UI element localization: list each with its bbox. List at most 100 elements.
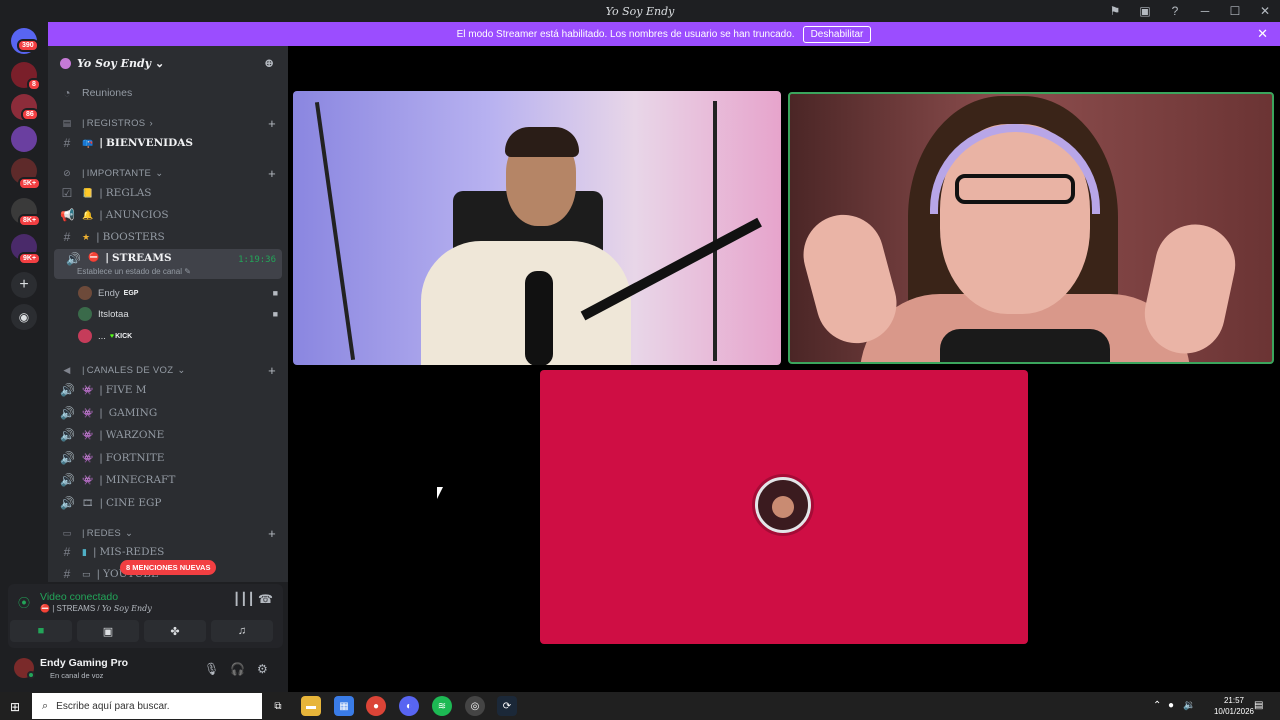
voice-channel-fortnite[interactable]: 🔊 👾 | FORTNITE bbox=[48, 447, 288, 469]
voice-channel-warzone[interactable]: 🔊 👾 | WARZONE bbox=[48, 424, 288, 446]
alien-icon: 👾 bbox=[82, 474, 94, 485]
username[interactable]: Endy Gaming Pro bbox=[40, 657, 128, 669]
add-channel-icon[interactable]: + bbox=[268, 526, 276, 541]
no-entry-icon: ⛔ bbox=[40, 604, 50, 613]
help-icon[interactable]: ? bbox=[1160, 0, 1190, 22]
speaker-icon: 🔊 bbox=[60, 496, 75, 510]
online-status-dot bbox=[27, 671, 35, 679]
add-server-icon[interactable]: + bbox=[11, 272, 37, 298]
guild-name: Yo Soy Endy bbox=[77, 56, 152, 70]
user-panel: Endy Gaming Pro En canal de voz 🎙 🎧 ⚙ bbox=[8, 650, 283, 688]
taskbar-search[interactable]: ⌕ Escribe aquí para buscar. bbox=[32, 693, 262, 719]
volume-icon[interactable]: 🔉 bbox=[1183, 700, 1195, 711]
task-view-icon[interactable]: ⧉ bbox=[268, 696, 288, 716]
camera-icon: ■ bbox=[272, 309, 278, 319]
bell-icon: 🔔 bbox=[82, 209, 94, 220]
noise-suppression-icon[interactable]: ┃┃┃ bbox=[233, 592, 255, 606]
spotify-icon[interactable]: ≋ bbox=[432, 696, 452, 716]
server-icon[interactable] bbox=[11, 126, 37, 152]
microphone-icon[interactable]: 🎙 bbox=[204, 662, 219, 676]
add-channel-icon[interactable]: + bbox=[268, 363, 276, 378]
category-importante[interactable]: ⊘ | IMPORTANTE ⌄ + bbox=[48, 162, 288, 184]
gear-icon[interactable]: ⚙ bbox=[257, 662, 268, 676]
chevron-down-icon: ⌄ bbox=[155, 167, 164, 179]
unread-badge: 8 bbox=[27, 78, 41, 91]
channel-anuncios[interactable]: 📢 🔔 | ANUNCIOS bbox=[48, 204, 288, 226]
camera-button[interactable]: ■ bbox=[10, 620, 72, 642]
voice-channel-cine-egp[interactable]: 🔊 🎞 | CINE EGP bbox=[48, 492, 288, 514]
channel-bienvenidas[interactable]: # 📪 | BIENVENIDAS bbox=[48, 132, 288, 154]
add-channel-icon[interactable]: + bbox=[268, 116, 276, 131]
banner-text: El modo Streamer está habilitado. Los no… bbox=[456, 28, 795, 40]
window-title: Yo Soy Endy bbox=[605, 4, 675, 18]
guild-icon bbox=[60, 57, 71, 69]
user-tag: KICK bbox=[115, 332, 133, 340]
book-icon: 📒 bbox=[82, 187, 94, 198]
speaker-icon: 🔊 bbox=[60, 428, 75, 442]
no-entry-icon: ⛔ bbox=[88, 252, 100, 262]
voice-user-kick[interactable]: ... ♥ KICK bbox=[78, 326, 278, 346]
heart-icon: ♥ bbox=[109, 332, 115, 340]
signal-icon[interactable]: ⦿ bbox=[18, 594, 30, 611]
discord-icon[interactable]: ◐ bbox=[399, 696, 419, 716]
voice-user-itslotaa[interactable]: Itslotaa ■ bbox=[78, 304, 278, 324]
category-canales-de-voz[interactable]: ◀ | CANALES DE VOZ ⌄ + bbox=[48, 359, 288, 381]
calendar-icon: ◔ bbox=[63, 86, 71, 100]
guild-header[interactable]: Yo Soy Endy ⌄ ⊕ bbox=[48, 46, 288, 80]
disconnect-icon[interactable]: ☎ bbox=[258, 592, 273, 606]
voice-user-endy[interactable]: Endy EGP ■ bbox=[78, 283, 278, 303]
video-tile-avatar[interactable] bbox=[540, 370, 1028, 644]
category-registros[interactable]: ▤ | REGISTROS › + bbox=[48, 112, 288, 134]
chevron-up-icon[interactable]: ⌃ bbox=[1153, 700, 1161, 711]
add-channel-icon[interactable]: + bbox=[268, 166, 276, 181]
voice-channel-five-m[interactable]: 🔊 👾 | FIVE M bbox=[48, 379, 288, 401]
voice-channel-path[interactable]: ⛔ | STREAMS / Yo Soy Endy bbox=[40, 604, 152, 613]
channel-boosters[interactable]: # ★ | BOOSTERS bbox=[48, 226, 288, 248]
alien-icon: 👾 bbox=[82, 384, 94, 395]
chrome-icon[interactable]: ● bbox=[366, 696, 386, 716]
speaker-icon: 🔊 bbox=[66, 252, 81, 266]
close-icon[interactable]: ✕ bbox=[1257, 26, 1268, 42]
store-icon[interactable]: ▦ bbox=[334, 696, 354, 716]
video-tile[interactable] bbox=[293, 91, 781, 365]
soundboard-button[interactable]: ♫ bbox=[211, 620, 273, 642]
obs-icon[interactable]: ◎ bbox=[465, 696, 485, 716]
unread-badge: 86 bbox=[21, 108, 39, 121]
voice-channel-minecraft[interactable]: 🔊 👾 | MINECRAFT bbox=[48, 469, 288, 491]
speaker-icon: 🔊 bbox=[60, 383, 75, 397]
microphone-icon[interactable]: ● bbox=[1168, 700, 1174, 711]
chevron-right-icon: › bbox=[149, 117, 153, 129]
flag-icon[interactable]: ⚑ bbox=[1100, 0, 1130, 22]
video-tile-speaking[interactable] bbox=[788, 92, 1274, 364]
voice-channel-gaming[interactable]: 🔊 👾 | GAMING bbox=[48, 402, 288, 424]
clock[interactable]: 21:57 10/01/2026 bbox=[1214, 695, 1254, 717]
inbox-icon[interactable]: ▣ bbox=[1130, 0, 1160, 22]
meetings-link[interactable]: ◔ Reuniones bbox=[48, 82, 288, 104]
screen-share-button[interactable]: ▣ bbox=[77, 620, 139, 642]
discover-icon[interactable]: ◉ bbox=[11, 304, 37, 330]
channel-status-hint[interactable]: Establece un estado de canal ✎ bbox=[77, 267, 191, 276]
laptop-icon: ▭ bbox=[62, 527, 72, 538]
unread-badge: 8K+ bbox=[18, 214, 42, 227]
unread-badge: 390 bbox=[17, 39, 39, 52]
close-window-button[interactable]: ✕ bbox=[1250, 0, 1280, 22]
maximize-button[interactable]: ☐ bbox=[1220, 0, 1250, 22]
voice-channel-streams[interactable]: 🔊 ⛔ | STREAMS 1:19:36 Establece un estad… bbox=[54, 249, 282, 279]
new-mentions-pill[interactable]: 8 MENCIONES NUEVAS bbox=[120, 560, 217, 575]
megaphone-icon: 📢 bbox=[60, 208, 75, 222]
mouse-cursor bbox=[437, 487, 449, 499]
laptop-icon: ▭ bbox=[82, 568, 91, 579]
file-explorer-icon[interactable]: ▬ bbox=[301, 696, 321, 716]
invite-people-icon[interactable]: ⊕ bbox=[264, 56, 274, 70]
minimize-button[interactable]: ─ bbox=[1190, 0, 1220, 22]
channel-reglas[interactable]: ☑ 📒 | REGLAS bbox=[48, 182, 288, 204]
activities-button[interactable]: ✤ bbox=[144, 620, 206, 642]
voice-status[interactable]: Video conectado bbox=[40, 591, 118, 603]
windows-start-icon[interactable]: ⊞ bbox=[10, 700, 20, 714]
speaker-icon: ◀ bbox=[63, 364, 71, 375]
headphones-icon[interactable]: 🎧 bbox=[230, 662, 245, 676]
notifications-icon[interactable]: ▤ bbox=[1254, 700, 1263, 711]
steam-icon[interactable]: ⟳ bbox=[497, 696, 517, 716]
speaker-icon: 🔊 bbox=[60, 451, 75, 465]
disable-streamer-button[interactable]: Deshabilitar bbox=[802, 25, 872, 43]
